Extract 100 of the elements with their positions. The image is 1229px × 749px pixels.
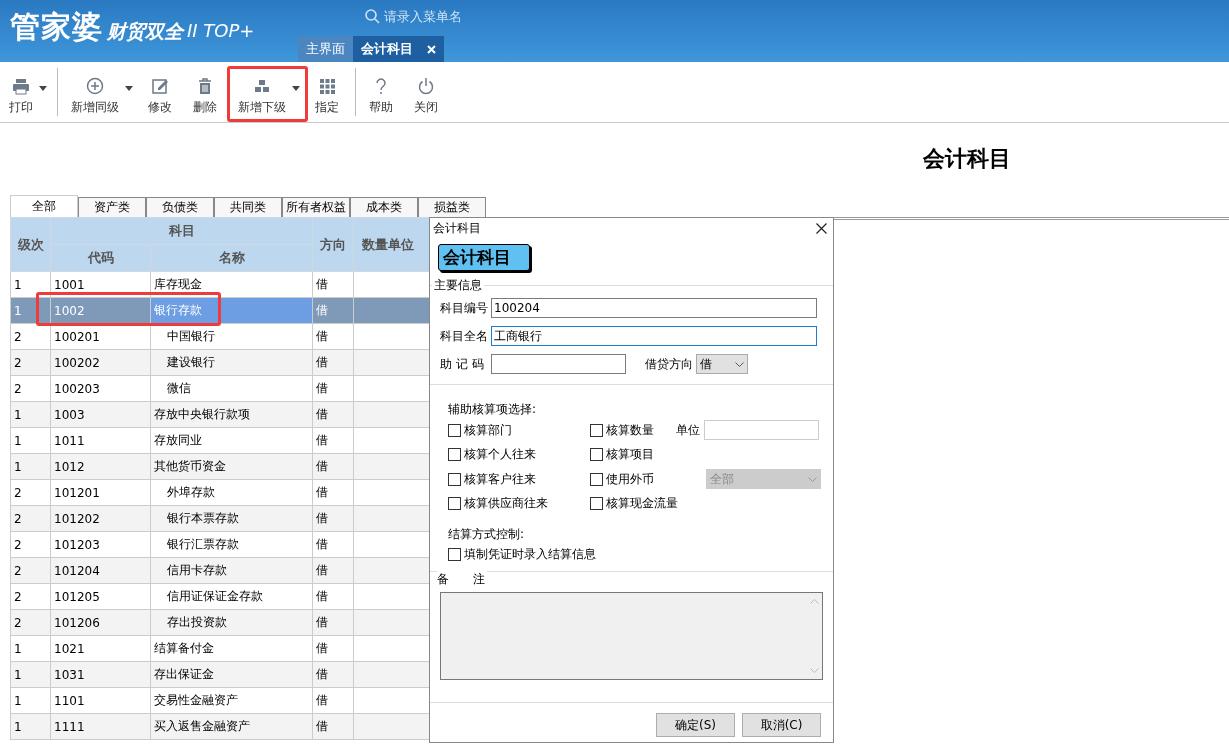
table-cell: 1: [10, 271, 51, 298]
input-field[interactable]: 工商银行: [491, 326, 817, 346]
table-cell: 100203: [50, 375, 151, 402]
checkbox[interactable]: 核算个人往来: [448, 446, 536, 463]
edition-label: II TOP+: [187, 19, 255, 43]
table-cell: 101205: [50, 583, 151, 610]
table-cell: 外埠存款: [150, 479, 313, 506]
checkbox[interactable]: 核算现金流量: [590, 495, 678, 512]
table-cell: 1111: [50, 713, 151, 740]
page-title: 会计科目: [923, 144, 1011, 173]
table-cell: 中国银行: [150, 323, 313, 350]
checkbox[interactable]: 核算项目: [590, 446, 654, 463]
checkbox[interactable]: 核算部门: [448, 421, 512, 439]
plus-circle-icon: [86, 77, 104, 95]
close-icon[interactable]: [816, 222, 827, 234]
table-cell: 借: [312, 479, 354, 506]
table-cell: 101206: [50, 609, 151, 636]
hierarchy-icon: [253, 77, 271, 95]
table-cell: 借: [312, 583, 354, 610]
table-cell: 100201: [50, 323, 151, 350]
table-cell: 1003: [50, 401, 151, 428]
table-cell: 100202: [50, 349, 151, 376]
category-tab[interactable]: 所有者权益: [282, 197, 350, 217]
table-cell: 结算备付金: [150, 635, 313, 662]
table-cell: 库存现金: [150, 271, 313, 298]
table-cell: 借: [312, 687, 354, 714]
table-cell: 其他货币资金: [150, 453, 313, 480]
category-tab[interactable]: 共同类: [214, 197, 282, 217]
table-cell: 2: [10, 583, 51, 610]
field-label: 备 注: [437, 571, 487, 588]
table-cell: 1: [10, 687, 51, 714]
direction-dropdown[interactable]: 借: [696, 354, 748, 374]
table-cell: 存放同业: [150, 427, 313, 454]
input-field[interactable]: [704, 420, 819, 440]
field-label: 单位: [676, 421, 700, 439]
category-tab[interactable]: 全部: [10, 195, 78, 217]
table-cell: 1: [10, 713, 51, 740]
product-name: 财贸双全: [107, 19, 183, 44]
input-field[interactable]: 100204: [491, 298, 817, 318]
tab[interactable]: 主界面: [298, 36, 353, 62]
table-cell: 2: [10, 323, 51, 350]
dialog-banner: 会计科目: [438, 244, 530, 271]
table-cell: 2: [10, 557, 51, 584]
table-cell: 银行汇票存款: [150, 531, 313, 558]
checkbox[interactable]: 核算客户往来: [448, 470, 536, 488]
tab[interactable]: 会计科目: [353, 36, 444, 62]
field-label: 科目编号: [440, 299, 488, 317]
column-header: 方向: [312, 217, 354, 272]
caret-icon[interactable]: [39, 85, 47, 91]
caret-icon: [735, 361, 744, 367]
table-cell: 信用卡存款: [150, 557, 313, 584]
caret-icon[interactable]: [292, 85, 300, 91]
table-cell: 2: [10, 479, 51, 506]
input-field[interactable]: [491, 354, 626, 374]
table-cell: 1: [10, 427, 51, 454]
table-cell: 买入返售金融资产: [150, 713, 313, 740]
table-cell: 2: [10, 375, 51, 402]
search-icon: [364, 8, 380, 24]
power-icon: [417, 77, 435, 95]
column-header: 级次: [10, 217, 51, 272]
table-cell: 1021: [50, 635, 151, 662]
table-cell: 2: [10, 531, 51, 558]
table-cell: 存放中央银行款项: [150, 401, 313, 428]
table-cell: 借: [312, 323, 354, 350]
column-header: 科目: [50, 217, 313, 245]
search-field[interactable]: 请录入菜单名: [384, 8, 524, 24]
section-label: 主要信息: [433, 277, 483, 294]
toolbar-button[interactable]: 打印: [0, 66, 55, 122]
section-label: 结算方式控制:: [448, 527, 525, 541]
table-cell: 微信: [150, 375, 313, 402]
dialog-button[interactable]: 确定(S): [656, 713, 735, 737]
caret-icon[interactable]: [125, 85, 133, 91]
table-cell: 存出保证金: [150, 661, 313, 688]
table-cell: 1: [10, 661, 51, 688]
field-label: 助 记 码: [440, 355, 485, 373]
table-cell: 信用证保证金存款: [150, 583, 313, 610]
field-label: 借贷方向: [645, 355, 693, 373]
checkbox[interactable]: 使用外币: [590, 470, 654, 488]
column-header: 代码: [50, 244, 151, 272]
table-cell: 建设银行: [150, 349, 313, 376]
category-tab[interactable]: 损益类: [418, 197, 486, 217]
table-cell: 101204: [50, 557, 151, 584]
category-tab[interactable]: 资产类: [78, 197, 146, 217]
checkbox[interactable]: 填制凭证时录入结算信息: [448, 546, 596, 563]
table-cell: 存出投资款: [150, 609, 313, 636]
table-cell: 1012: [50, 453, 151, 480]
table-cell: 1002: [50, 297, 151, 324]
table-cell: 2: [10, 609, 51, 636]
checkbox[interactable]: 核算数量: [590, 421, 654, 439]
table-cell: 1: [10, 635, 51, 662]
table-cell: 交易性金融资产: [150, 687, 313, 714]
toolbar-button[interactable]: 新增下级: [227, 66, 308, 122]
table-cell: 借: [312, 635, 354, 662]
caret-icon: [808, 476, 817, 482]
category-tab[interactable]: 成本类: [350, 197, 418, 217]
dialog-button[interactable]: 取消(C): [742, 713, 821, 737]
printer-icon: [12, 77, 30, 95]
logo-text: 管家婆: [10, 10, 103, 44]
category-tab[interactable]: 负债类: [146, 197, 214, 217]
checkbox[interactable]: 核算供应商往来: [448, 495, 548, 512]
